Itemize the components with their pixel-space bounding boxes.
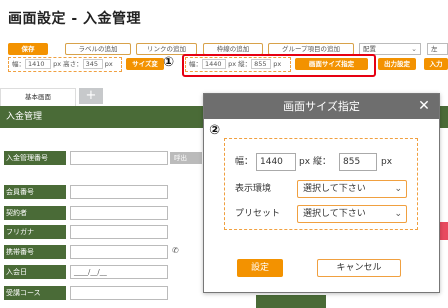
tab-basic-screen[interactable]: 基本画面	[0, 88, 76, 106]
add-label-button[interactable]: ラベルの追加	[65, 43, 131, 55]
payment-number-input[interactable]	[70, 151, 168, 165]
step-marker-2: ②	[209, 123, 221, 138]
input-button[interactable]: 入力	[424, 58, 448, 70]
width-label: 幅：	[235, 157, 254, 167]
field-label: 受講コース	[4, 286, 66, 300]
preset-select[interactable]: 選択して下さい ⌄	[297, 205, 407, 223]
course-input[interactable]	[70, 286, 168, 300]
mobile-number-input[interactable]	[70, 245, 168, 259]
display-env-value: 選択して下さい	[303, 184, 366, 194]
join-date-input[interactable]: ____/__/__	[70, 265, 168, 279]
furigana-input[interactable]	[70, 225, 168, 239]
close-icon[interactable]: ✕	[417, 98, 431, 114]
output-settings-button[interactable]: 出力設定	[378, 58, 416, 70]
contractor-input[interactable]	[70, 206, 168, 220]
align-select-value: 左	[431, 45, 438, 53]
align-select[interactable]: 左	[427, 43, 448, 55]
page-title: 画面設定 - 入金管理	[8, 11, 142, 27]
height-label: 縦：	[313, 157, 332, 167]
add-tab-button[interactable]: +	[79, 88, 103, 104]
preset-value: 選択して下さい	[303, 209, 366, 219]
chevron-down-icon: ⌄	[394, 209, 402, 219]
element-height-input[interactable]: 345	[82, 59, 103, 69]
dialog-title: 画面サイズ指定	[204, 94, 439, 119]
env-label: 表示環境	[235, 184, 272, 194]
save-button[interactable]: 保存	[8, 43, 48, 55]
chevron-down-icon: ⌄	[411, 45, 417, 53]
unit-label: px	[53, 60, 62, 68]
chevron-down-icon: ⌄	[394, 184, 402, 194]
phone-icon[interactable]: ✆	[172, 246, 179, 255]
preset-label: プリセット	[235, 209, 281, 219]
resize-button[interactable]: サイズ変	[126, 58, 164, 70]
field-label: フリガナ	[4, 225, 66, 239]
field-label: 入会日	[4, 265, 66, 279]
unit-label: px	[299, 157, 311, 167]
dialog-height-input[interactable]: 855	[339, 153, 377, 171]
background-green-label	[256, 295, 326, 308]
call-button[interactable]: 呼出	[170, 152, 202, 164]
field-label: 携帯番号	[4, 245, 66, 259]
element-width-input[interactable]: 1410	[25, 59, 51, 69]
dialog-settings-group: 幅： 1440 px 縦： 855 px 表示環境 選択して下さい ⌄ プリセッ…	[224, 138, 418, 230]
field-label: 入金管理番号	[4, 151, 66, 165]
layout-select-value: 配置	[363, 45, 376, 53]
highlight-box-1	[182, 54, 376, 77]
element-size-group: 幅： 1410 px 高さ： 345 px	[8, 57, 122, 72]
height-label: 高さ：	[63, 60, 83, 68]
field-label: 契約者	[4, 206, 66, 220]
field-label: 会員番号	[4, 185, 66, 199]
unit-label: px	[104, 60, 113, 68]
apply-button[interactable]: 設定	[237, 259, 283, 277]
unit-label: px	[381, 157, 393, 167]
step-marker-1: ①	[163, 55, 175, 70]
display-env-select[interactable]: 選択して下さい ⌄	[297, 180, 407, 198]
dialog-width-input[interactable]: 1440	[256, 153, 296, 171]
member-number-input[interactable]	[70, 185, 168, 199]
size-row: 幅：	[235, 153, 253, 171]
screen-size-dialog: 画面サイズ指定 ✕ ② 幅： 1440 px 縦： 855 px 表示環境 選択…	[203, 93, 440, 293]
cancel-button[interactable]: キャンセル	[317, 259, 401, 277]
width-label: 幅：	[12, 60, 25, 68]
